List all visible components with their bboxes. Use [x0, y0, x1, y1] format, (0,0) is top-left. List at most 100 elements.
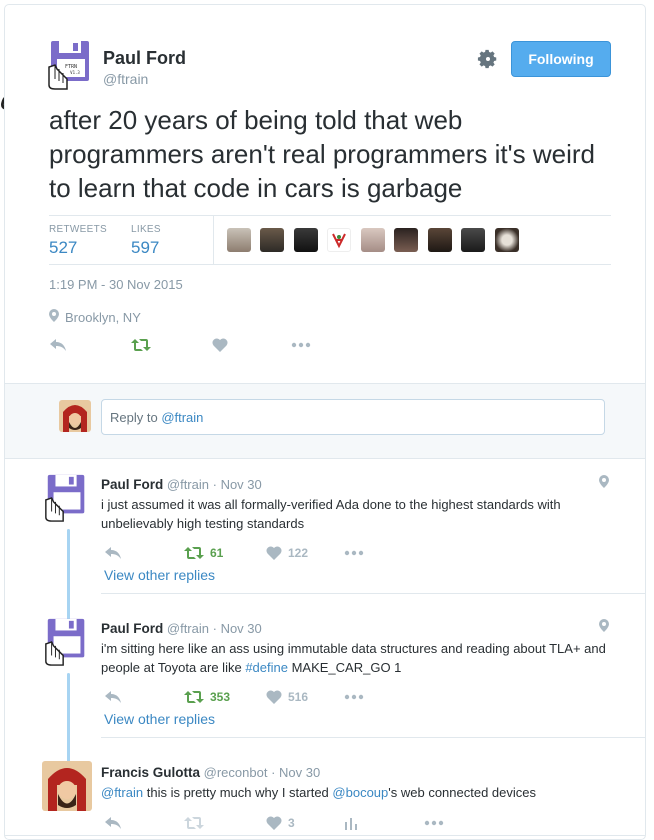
- reply-actions: 61 122: [104, 543, 404, 563]
- more-icon: [291, 342, 311, 348]
- reply-avatar[interactable]: [42, 473, 92, 523]
- reply-text: i'm sitting here like an ass using immut…: [101, 639, 621, 677]
- retweets-stat[interactable]: RETWEETS 527: [49, 224, 107, 258]
- user-avatar[interactable]: [59, 400, 91, 432]
- retweet-icon: [184, 546, 204, 559]
- reply-icon: [105, 690, 121, 703]
- heart-icon: [212, 338, 228, 352]
- view-other-replies-link[interactable]: View other replies: [104, 711, 215, 727]
- reply-author-name[interactable]: Paul Ford: [101, 477, 163, 492]
- liker-avatar[interactable]: [327, 228, 352, 252]
- reply-tweet[interactable]: Paul Ford @ftrain · Nov 30 i just assume…: [5, 467, 645, 595]
- more-button[interactable]: [344, 687, 364, 707]
- reply-icon: [105, 546, 121, 559]
- reply-button[interactable]: [104, 687, 122, 707]
- reply-author-handle[interactable]: @ftrain: [167, 477, 209, 492]
- heart-icon: [266, 690, 282, 704]
- reply-separator: [5, 835, 645, 836]
- liker-avatar[interactable]: [293, 228, 318, 252]
- reply-date[interactable]: · Nov 30: [213, 621, 262, 636]
- hashtag-link[interactable]: #define: [245, 660, 288, 675]
- like-count: 3: [288, 815, 295, 830]
- pin-icon[interactable]: [599, 619, 609, 632]
- likes-stat[interactable]: LIKES 597: [131, 224, 161, 258]
- analytics-button[interactable]: [344, 813, 358, 833]
- like-button[interactable]: 122: [266, 543, 308, 563]
- reply-tweet[interactable]: Paul Ford @ftrain · Nov 30 i'm sitting h…: [5, 611, 645, 739]
- reply-header: Paul Ford @ftrain · Nov 30: [101, 477, 262, 492]
- more-button[interactable]: [344, 543, 364, 563]
- following-button[interactable]: Following: [511, 41, 611, 77]
- reply-author-handle[interactable]: @reconbot: [204, 765, 268, 780]
- reply-separator: [101, 737, 645, 738]
- svg-text:V1.3: V1.3: [70, 70, 80, 75]
- reply-tweet[interactable]: Francis Gulotta @reconbot · Nov 30 @ftra…: [5, 755, 645, 839]
- author-avatar[interactable]: FTRN V1.3: [45, 39, 97, 91]
- reply-text: @ftrain this is pretty much why I starte…: [101, 783, 621, 802]
- retweet-icon: [131, 338, 151, 351]
- reply-text-part: 's web connected devices: [388, 785, 537, 800]
- like-button[interactable]: 3: [266, 813, 295, 833]
- heart-icon: [266, 546, 282, 560]
- reply-button[interactable]: [49, 335, 67, 355]
- reply-header: Paul Ford @ftrain · Nov 30: [101, 621, 262, 636]
- liker-avatar[interactable]: [260, 228, 285, 252]
- liker-avatar[interactable]: [427, 228, 452, 252]
- pin-icon: [49, 309, 59, 322]
- retweet-button[interactable]: [184, 813, 204, 833]
- liker-avatar[interactable]: [227, 228, 251, 252]
- tweet-text: after 20 years of being told that web pr…: [49, 105, 595, 203]
- reply-text: i just assumed it was all formally-verif…: [101, 497, 561, 531]
- like-count: 516: [288, 689, 309, 704]
- mention-link[interactable]: @ftrain: [101, 785, 143, 800]
- reply-input[interactable]: Reply to @ftrain: [101, 399, 605, 435]
- like-button[interactable]: [212, 335, 228, 355]
- tweet-stats: RETWEETS 527 LIKES 597: [49, 215, 611, 265]
- location-text: Brooklyn, NY: [65, 310, 141, 325]
- liker-avatar[interactable]: [461, 228, 486, 252]
- more-button[interactable]: [291, 335, 311, 355]
- reply-text-part: MAKE_CAR_GO 1: [287, 660, 402, 675]
- analytics-icon: [345, 817, 357, 830]
- likers-avatars: [227, 228, 524, 252]
- reply-author-name[interactable]: Paul Ford: [101, 621, 163, 636]
- likes-label: LIKES: [131, 224, 161, 235]
- like-button[interactable]: 516: [266, 687, 308, 707]
- retweet-icon: [184, 690, 204, 703]
- liker-avatar[interactable]: [360, 228, 385, 252]
- tweet-location[interactable]: Brooklyn, NY: [49, 309, 141, 325]
- retweets-count: 527: [49, 238, 78, 257]
- tweet-timestamp[interactable]: 1:19 PM - 30 Nov 2015: [49, 277, 183, 292]
- reply-placeholder-mention: @ftrain: [161, 410, 204, 425]
- reply-author-handle[interactable]: @ftrain: [167, 621, 209, 636]
- reply-date[interactable]: · Nov 30: [213, 477, 262, 492]
- reply-avatar[interactable]: [42, 617, 92, 667]
- pin-icon[interactable]: [599, 475, 609, 488]
- reply-avatar[interactable]: [42, 761, 92, 811]
- tweet-header: FTRN V1.3 Paul Ford @ftrain Following: [45, 35, 645, 95]
- reply-date[interactable]: · Nov 30: [271, 765, 320, 780]
- more-icon: [424, 820, 444, 826]
- author-name[interactable]: Paul Ford: [103, 48, 186, 69]
- gear-icon[interactable]: [477, 48, 499, 70]
- view-other-replies-link[interactable]: View other replies: [104, 567, 215, 583]
- reply-icon: [50, 338, 66, 351]
- reply-author-name[interactable]: Francis Gulotta: [101, 765, 200, 780]
- heart-icon: [266, 816, 282, 830]
- tweet-actions: [49, 335, 349, 355]
- liker-avatar[interactable]: [394, 228, 419, 252]
- author-handle[interactable]: @ftrain: [103, 71, 148, 87]
- tweet-permalink-card: FTRN V1.3 Paul Ford @ftrain Following af…: [4, 4, 646, 840]
- liker-avatar[interactable]: [494, 228, 519, 252]
- reply-actions: 353 516: [104, 687, 404, 707]
- retweet-button[interactable]: 353: [184, 687, 230, 707]
- reply-icon: [105, 816, 121, 829]
- retweet-button[interactable]: 61: [184, 543, 223, 563]
- retweet-button[interactable]: [131, 335, 151, 355]
- more-button[interactable]: [424, 813, 444, 833]
- reply-button[interactable]: [104, 813, 122, 833]
- reply-button[interactable]: [104, 543, 122, 563]
- stats-divider: [213, 216, 214, 264]
- mention-link[interactable]: @bocoup: [332, 785, 388, 800]
- reply-separator: [101, 593, 645, 594]
